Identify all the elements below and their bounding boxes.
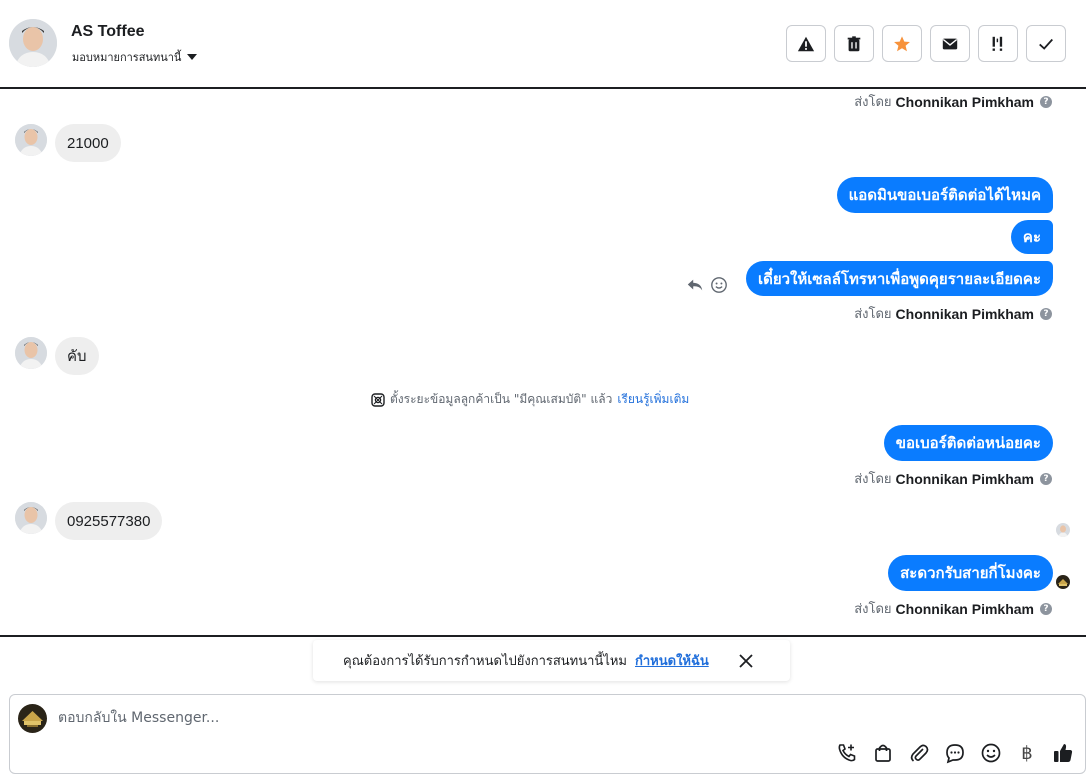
mark-done-button[interactable]	[1026, 25, 1066, 62]
emoji-button[interactable]	[979, 741, 1003, 765]
assign-to-me-prompt: คุณต้องการได้รับการกำหนดไปยังการสนทนานี้…	[313, 640, 790, 681]
assign-to-me-link[interactable]: กำหนดให้ฉัน	[635, 650, 709, 671]
sent-by-name: Chonnikan Pimkham	[895, 470, 1034, 487]
shop-bag-icon	[875, 744, 891, 762]
help-icon[interactable]: ?	[1040, 307, 1052, 320]
message-hover-tools	[686, 276, 728, 294]
like-button[interactable]	[1051, 741, 1075, 765]
call-add-button[interactable]	[835, 741, 859, 765]
sent-by-label: ส่งโดย Chonnikan Pimkham ?	[854, 468, 1052, 489]
chat-bubble-icon	[946, 744, 964, 764]
payment-button[interactable]: ฿	[1015, 741, 1039, 765]
incoming-message[interactable]: 0925577380	[55, 502, 163, 540]
page-read-receipt-avatar	[1056, 575, 1070, 589]
mail-icon	[942, 38, 958, 49]
messenger-conversation: AS Toffee มอบหมายการสนทนานี้ ส่งโดย Chon…	[0, 0, 1086, 774]
follow-up-icon	[992, 36, 1003, 51]
attach-icon	[910, 744, 929, 762]
sent-by-name: Chonnikan Pimkham	[895, 305, 1034, 322]
sent-by-name: Chonnikan Pimkham	[895, 600, 1034, 617]
sent-by-label: ส่งโดย Chonnikan Pimkham ?	[854, 598, 1052, 619]
message-composer: ฿	[9, 694, 1086, 774]
composer-tools: ฿	[835, 741, 1075, 765]
reply-input[interactable]	[58, 707, 758, 729]
call-add-icon	[838, 744, 856, 762]
contact-avatar-small	[15, 337, 47, 369]
conversation-header: AS Toffee มอบหมายการสนทนานี้	[0, 0, 1086, 89]
page-avatar	[18, 704, 47, 733]
help-icon[interactable]: ?	[1040, 472, 1052, 485]
outgoing-message[interactable]: แอดมินขอเบอร์ติดต่อได้ไหมค	[836, 177, 1053, 213]
close-icon[interactable]	[737, 652, 755, 670]
delete-button[interactable]	[834, 25, 874, 62]
outgoing-message[interactable]: สะดวกรับสายกี่โมงคะ	[888, 555, 1053, 591]
incoming-message[interactable]: 21000	[55, 124, 121, 162]
help-icon[interactable]: ?	[1040, 95, 1052, 108]
outgoing-message[interactable]: คะ	[1010, 220, 1053, 254]
message-thread[interactable]: ส่งโดย Chonnikan Pimkham ? 21000 แอดมินข…	[0, 89, 1086, 637]
star-button[interactable]	[882, 25, 922, 62]
trash-icon	[847, 35, 861, 51]
sent-by-prefix: ส่งโดย	[854, 472, 892, 487]
star-icon	[894, 35, 910, 51]
shop-button[interactable]	[871, 741, 895, 765]
emoji-icon	[981, 743, 1001, 763]
saved-replies-button[interactable]	[943, 741, 967, 765]
contact-avatar-small	[15, 124, 47, 156]
sent-by-prefix: ส่งโดย	[854, 307, 892, 322]
assign-label: มอบหมายการสนทนานี้	[72, 51, 182, 64]
mark-unread-button[interactable]	[930, 25, 970, 62]
outgoing-message[interactable]: ขอเบอร์ติดต่อหน่อยคะ	[883, 425, 1053, 461]
attach-button[interactable]	[907, 741, 931, 765]
reply-icon[interactable]	[686, 276, 704, 294]
system-note-text: ตั้งระยะข้อมูลลูกค้าเป็น "มีคุณเสมบัติ" …	[390, 392, 613, 406]
follow-up-button[interactable]	[978, 25, 1018, 62]
incoming-message[interactable]: คับ	[55, 337, 99, 375]
assign-conversation-dropdown[interactable]: มอบหมายการสนทนานี้	[72, 48, 198, 66]
contact-avatar-small	[15, 502, 47, 534]
contact-read-receipt-avatar	[1056, 523, 1070, 537]
warning-icon	[797, 36, 815, 51]
learn-more-link[interactable]: เรียนรู้เพิ่มเติม	[617, 390, 689, 409]
contact-name: AS Toffee	[71, 23, 145, 40]
sent-by-label: ส่งโดย Chonnikan Pimkham ?	[854, 91, 1052, 112]
assign-prompt-text: คุณต้องการได้รับการกำหนดไปยังการสนทนานี้…	[343, 654, 627, 669]
thumbs-up-icon	[1054, 744, 1073, 762]
help-icon[interactable]: ?	[1040, 602, 1052, 615]
caret-down-icon	[187, 54, 198, 60]
system-note: ตั้งระยะข้อมูลลูกค้าเป็น "มีคุณเสมบัติ" …	[371, 390, 689, 409]
check-icon	[1039, 38, 1053, 50]
header-actions	[786, 25, 1066, 62]
mark-spam-button[interactable]	[786, 25, 826, 62]
contact-avatar[interactable]	[9, 19, 57, 67]
sent-by-name: Chonnikan Pimkham	[895, 93, 1034, 110]
emoji-react-icon[interactable]	[710, 276, 728, 294]
sent-by-label: ส่งโดย Chonnikan Pimkham ?	[854, 303, 1052, 324]
automation-icon	[371, 392, 385, 407]
sent-by-prefix: ส่งโดย	[854, 95, 892, 110]
sent-by-prefix: ส่งโดย	[854, 602, 892, 617]
outgoing-message[interactable]: เดี๋ยวให้เซลล์โทรหาเพื่อพูดคุยรายละเอียด…	[745, 261, 1053, 296]
